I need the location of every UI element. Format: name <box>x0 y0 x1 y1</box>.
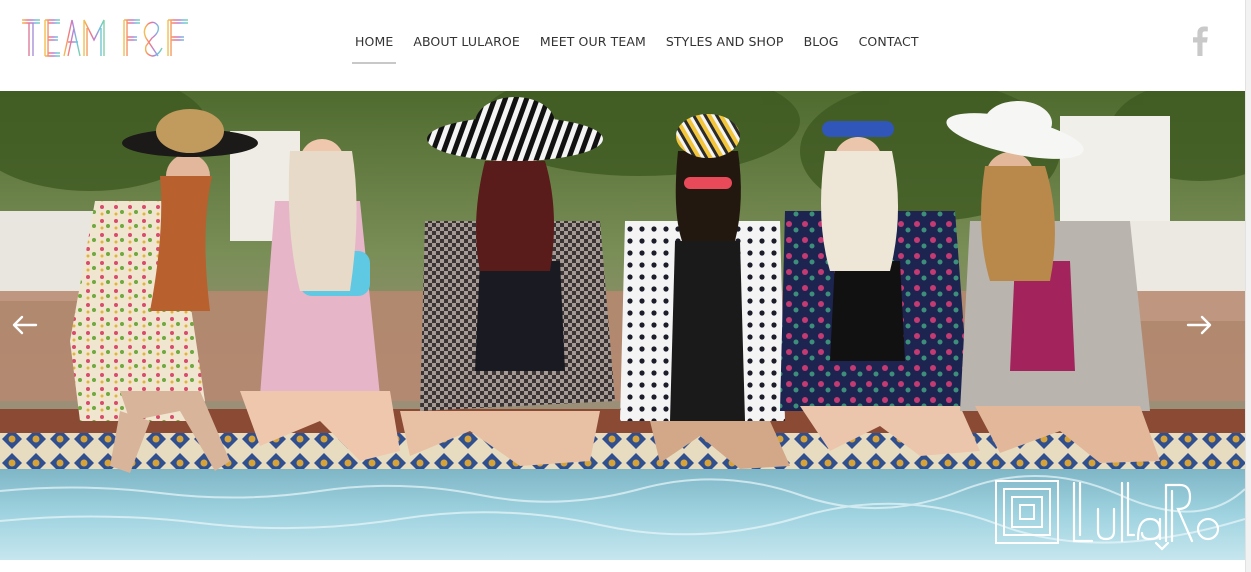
arrow-right-icon <box>1186 315 1212 335</box>
nav-item-contact[interactable]: CONTACT <box>849 26 929 62</box>
slider-prev-button[interactable] <box>6 307 46 343</box>
facebook-icon[interactable] <box>1188 26 1212 56</box>
hero-slider <box>0 91 1245 560</box>
slider-next-button[interactable] <box>1180 307 1220 343</box>
nav-item-about-lularoe[interactable]: ABOUT LULAROE <box>403 26 530 62</box>
nav-item-meet-our-team[interactable]: MEET OUR TEAM <box>530 26 656 62</box>
lularoe-logo-icon <box>995 480 1220 551</box>
site-logo[interactable] <box>20 16 192 60</box>
lularoe-watermark <box>994 479 1226 551</box>
nav-item-blog[interactable]: BLOG <box>794 26 849 62</box>
site-header: HOME ABOUT LULAROE MEET OUR TEAM STYLES … <box>0 0 1251 91</box>
main-navigation: HOME ABOUT LULAROE MEET OUR TEAM STYLES … <box>345 26 929 64</box>
arrow-left-icon <box>12 315 38 335</box>
nav-item-home[interactable]: HOME <box>345 26 403 64</box>
below-slider-area <box>0 560 1245 572</box>
team-ff-logo-icon <box>22 19 188 57</box>
nav-item-styles-and-shop[interactable]: STYLES AND SHOP <box>656 26 794 62</box>
scrollbar[interactable] <box>1245 0 1251 572</box>
